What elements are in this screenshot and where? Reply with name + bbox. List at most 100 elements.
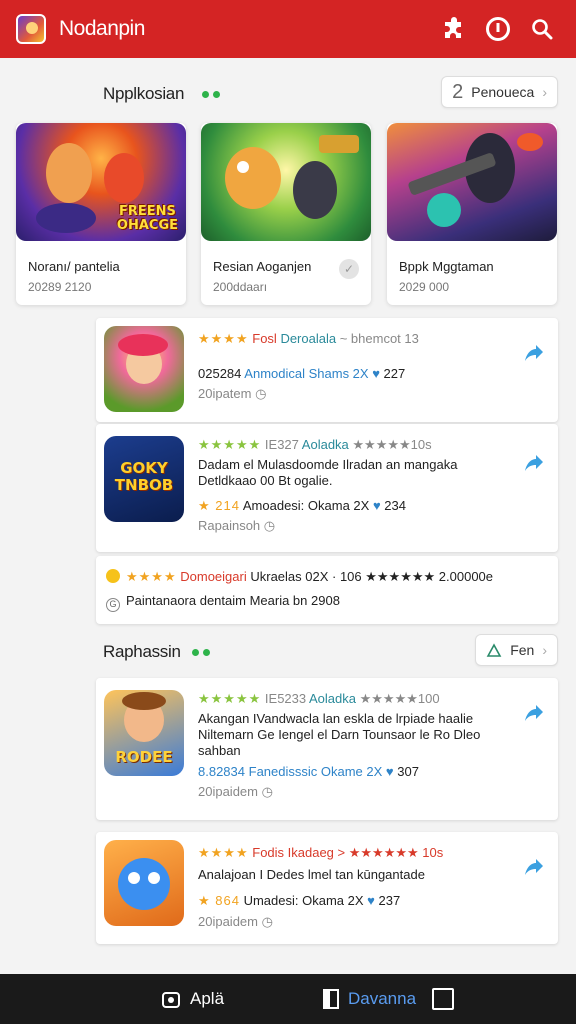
heart-icon: ♥ xyxy=(385,764,394,779)
square-icon[interactable] xyxy=(432,988,454,1010)
section-action-button[interactable]: 2 Penoueca › xyxy=(441,76,558,108)
app-title: Nodanpin xyxy=(59,17,145,40)
like-count: 307 xyxy=(397,764,419,779)
rating-count: IE5233 xyxy=(264,691,307,706)
like-count: 227 xyxy=(383,366,406,381)
list-item[interactable]: ★★★★ Fodis Ikadaeg > ★★★★★★ 10s Analajoa… xyxy=(96,832,558,944)
section-title: Npplkosian xyxy=(103,84,185,103)
category-text: Anmodical Shams 2X xyxy=(244,366,369,381)
rating-stars: ★★★★ xyxy=(198,845,249,860)
section-button-label: Fen xyxy=(510,642,535,658)
game-icon xyxy=(104,840,184,926)
rating-stars: ★★★★★ xyxy=(198,691,262,706)
timestamp: Rapainsoh xyxy=(198,518,261,533)
share-icon[interactable] xyxy=(522,452,544,474)
like-count: 234 xyxy=(384,498,406,513)
featured-card[interactable]: FREENS OHACGE Noranı/ pantelia 20289 2120 xyxy=(16,123,186,305)
card-title: Noranı/ pantelia xyxy=(28,259,120,274)
timestamp: 20ipaidem xyxy=(198,914,258,929)
nav-item-davanna[interactable]: Davanna xyxy=(322,974,416,1024)
category-text: Fanedisssic Okame 2X xyxy=(248,764,383,779)
share-icon[interactable] xyxy=(522,702,544,724)
download-count: ★ 864 xyxy=(198,893,240,908)
rating-stars: ★★★★★ xyxy=(198,437,262,452)
game-artwork xyxy=(387,123,557,241)
description-line: Akangan IVandwacla lan eskla de lrpiade … xyxy=(198,711,474,726)
promo-stars: ★★★★ xyxy=(126,569,177,584)
download-count: ★ 214 xyxy=(198,498,240,513)
download-count: 025284 xyxy=(198,366,242,381)
bottom-navigation: Aplä Davanna xyxy=(0,974,576,1024)
meta-text: ★★★★★10s xyxy=(352,437,432,452)
developer-name: Aoladka xyxy=(301,437,349,452)
description-line: Niltemarn Ge Iengel el Darn Tounsaor le … xyxy=(198,727,481,742)
description-line: Dadam el Mulasdoomde Ilradan an mangaka xyxy=(198,457,458,472)
clock-icon: ◷ xyxy=(255,386,267,401)
heart-icon: ♥ xyxy=(372,498,381,513)
developer-name: Fodis Ikadaeg xyxy=(252,845,334,860)
search-icon[interactable] xyxy=(520,7,564,51)
card-title: Resian Aoganjen xyxy=(213,259,312,274)
featured-card[interactable]: Resian Aoganjen 200ddaarı ✓ xyxy=(201,123,371,305)
meta-text: ~ bhemcot 13 xyxy=(339,331,419,346)
coin-icon xyxy=(106,569,120,583)
nav-item-apps[interactable]: Aplä xyxy=(160,974,224,1024)
section-header-1: Npplkosian 2 Penoueca › xyxy=(0,76,576,112)
nav-label: Davanna xyxy=(348,989,417,1008)
card-subtitle: 2029 000 xyxy=(399,280,450,294)
chevron-right-icon: › xyxy=(542,84,547,100)
meta-text: > ★★★★★★ 10s xyxy=(337,845,444,860)
home-outline-icon xyxy=(486,643,502,657)
download-count: 8.82834 xyxy=(198,764,245,779)
share-icon[interactable] xyxy=(522,856,544,878)
card-title: Bppk Mggtaman xyxy=(399,259,494,274)
like-count: 237 xyxy=(378,893,401,908)
timestamp: 20ipatem xyxy=(198,386,252,401)
record-icon[interactable] xyxy=(476,7,520,51)
section-button-lead: 2 xyxy=(452,80,464,103)
chevron-right-icon: › xyxy=(542,642,547,658)
list-item[interactable]: GOKY TNBOB ★★★★★ IE327 Aoladka ★★★★★10s D… xyxy=(96,424,558,552)
description-line: sahban xyxy=(198,743,241,758)
category-text: Umadesi: Okama 2X xyxy=(243,893,364,908)
description-line: Analajoan I Dedes lmel tan kūngantade xyxy=(198,867,425,882)
promo-title: Domoeigari xyxy=(180,569,247,584)
promo-strip[interactable]: ★★★★ Domoeigari Ukraelas 02X · 106 ★★★★★… xyxy=(96,556,558,624)
document-icon xyxy=(323,989,339,1009)
g-icon: G xyxy=(106,598,120,612)
timestamp: 20ipaidem xyxy=(198,784,258,799)
section-button-label: Penoueca xyxy=(471,84,535,100)
heart-icon: ♥ xyxy=(372,366,380,381)
rating-stars: ★★★★ xyxy=(198,331,249,346)
section-header-2: Raphassin Fen › xyxy=(0,634,576,670)
heart-icon: ♥ xyxy=(367,893,375,908)
description-line: Detldkaao 00 Bt ogalie. xyxy=(198,473,333,488)
game-icon xyxy=(104,326,184,412)
game-icon: RODEE xyxy=(104,690,184,776)
section-title: Raphassin xyxy=(103,642,181,661)
section-action-button[interactable]: Fen › xyxy=(475,634,558,666)
developer-name: Aoladka xyxy=(309,691,356,706)
app-logo[interactable] xyxy=(16,14,46,44)
status-dots xyxy=(202,91,220,98)
promo-meta: Ukraelas 02X · 106 ★★★★★★ 2.00000e xyxy=(250,569,494,584)
list-item[interactable]: ★★★★ Fosl Deroalala ~ bhemcot 13 025284 … xyxy=(96,318,558,422)
promo-subtitle: Paintanaora dentaim Mearia bn 2908 xyxy=(126,593,340,608)
game-icon: GOKY TNBOB xyxy=(104,436,184,522)
clock-icon: ◷ xyxy=(261,914,273,929)
category-text: Amoadesi: Okama 2X xyxy=(242,498,370,513)
rating-count: Fosl xyxy=(252,331,277,346)
game-icon-text: GOKY TNBOB xyxy=(114,459,174,494)
nav-label: Aplä xyxy=(190,989,225,1008)
check-icon[interactable]: ✓ xyxy=(339,259,359,279)
puzzle-icon[interactable] xyxy=(432,7,476,51)
clock-icon: ◷ xyxy=(263,518,276,533)
game-artwork: FREENS OHACGE xyxy=(16,123,186,241)
share-icon[interactable] xyxy=(522,342,544,364)
list-item[interactable]: RODEE ★★★★★ IE5233 Aoladka ★★★★★100 Akan… xyxy=(96,678,558,820)
clock-icon: ◷ xyxy=(261,784,273,799)
game-icon-text: RODEE xyxy=(115,748,173,766)
rating-count: IE327 xyxy=(264,437,299,452)
featured-card[interactable]: Bppk Mggtaman 2029 000 xyxy=(387,123,557,305)
developer-name: Deroalala xyxy=(280,331,337,346)
